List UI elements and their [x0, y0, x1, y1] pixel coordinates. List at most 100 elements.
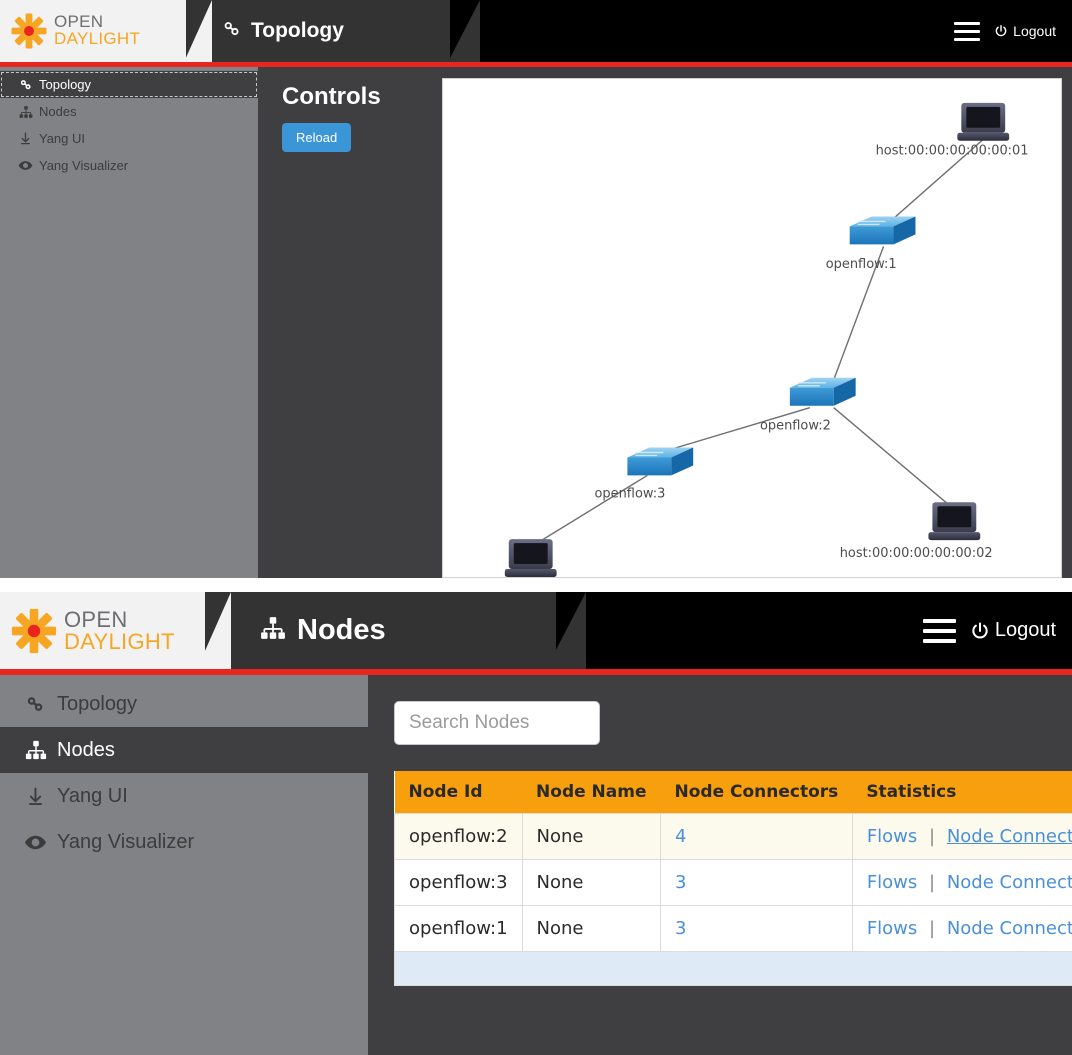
nodes-header-bar: OPEN DAYLIGHT Nodes Logout: [0, 592, 1072, 669]
eye-icon: [17, 158, 34, 173]
opendaylight-sunburst-icon: [10, 12, 48, 50]
topology-links: [538, 136, 987, 543]
sidebar-topology-screen: Topology Nodes Yang UI Yang Visualizer: [0, 67, 258, 578]
topology-node-label: openflow:1: [826, 257, 897, 272]
nodes-body: Topology Nodes Yang UI Yang Visualizer S…: [0, 675, 1072, 1055]
cell-node-connectors: 3: [660, 905, 853, 952]
topology-canvas[interactable]: host:00:00:00:00:00:01 openflow:1 openfl…: [442, 78, 1062, 578]
brand-word-daylight: DAYLIGHT: [54, 29, 141, 48]
cell-node-name: None: [521, 859, 662, 906]
nodes-table-head: Node Id Node Name Node Connectors Statis…: [394, 771, 1072, 814]
topology-node-openflow-3: [626, 446, 694, 477]
node-connectors-link[interactable]: Node Connectors: [947, 872, 1072, 893]
opendaylight-sunburst-icon: [10, 607, 58, 655]
table-header-row: Node Id Node Name Node Connectors Statis…: [394, 771, 1072, 814]
column-header-node-connectors[interactable]: Node Connectors: [660, 771, 853, 814]
node-connectors-count-link[interactable]: 4: [675, 826, 686, 847]
sidebar-nodes-screen: Topology Nodes Yang UI Yang Visualizer: [0, 675, 368, 1055]
link-separator: |: [929, 872, 936, 893]
logout-button[interactable]: Logout: [970, 619, 1056, 642]
column-header-node-name[interactable]: Node Name: [522, 771, 661, 814]
search-input[interactable]: [394, 701, 600, 745]
sidebar-label: Topology: [39, 77, 92, 92]
page-title-slab: Nodes: [176, 592, 586, 669]
header-actions: Logout: [954, 0, 1072, 62]
sidebar-label: Nodes: [57, 738, 115, 761]
nodes-icon: [17, 105, 34, 119]
cell-node-id: openflow:1: [394, 905, 523, 952]
cell-statistics: Flows | Node Connectors: [851, 813, 1072, 860]
logout-label: Logout: [994, 619, 1056, 641]
sidebar-item-nodes[interactable]: Nodes: [0, 98, 258, 125]
sidebar-label: Yang Visualizer: [39, 158, 129, 173]
nodes-icon: [258, 615, 288, 646]
reload-button[interactable]: Reload: [282, 123, 352, 152]
flows-link[interactable]: Flows: [867, 918, 917, 939]
topology-node-openflow-2: [789, 377, 857, 407]
nodes-table-body: openflow:2 None 4 Flows | Node Connector…: [394, 813, 1072, 952]
sidebar-item-topology[interactable]: Topology: [0, 71, 258, 98]
link-separator: |: [929, 918, 936, 939]
table-footer-band: [394, 952, 1072, 986]
power-icon: [995, 25, 1007, 37]
brand-logo[interactable]: OPEN DAYLIGHT: [0, 0, 212, 62]
sidebar-item-yang-visualizer[interactable]: Yang Visualizer: [0, 152, 258, 179]
topology-node-host-2: [928, 502, 981, 541]
link-icon: [17, 78, 34, 92]
logout-label: Logout: [1013, 23, 1056, 39]
sidebar-item-yang-ui[interactable]: Yang UI: [0, 773, 368, 819]
sidebar-item-nodes[interactable]: Nodes: [0, 727, 368, 773]
download-arrow-icon: [17, 132, 34, 145]
cell-statistics: Flows | Node Connectors: [851, 905, 1072, 952]
topology-content: Controls Reload host:00:00:00:00:00:01 o…: [258, 67, 1072, 578]
controls-heading: Controls: [282, 83, 381, 110]
flows-link[interactable]: Flows: [867, 826, 917, 847]
table-row[interactable]: openflow:2 None 4 Flows | Node Connector…: [394, 813, 1072, 860]
nodes-icon: [22, 739, 49, 761]
node-connectors-count-link[interactable]: 3: [675, 872, 686, 893]
eye-icon: [22, 831, 49, 854]
hamburger-menu-icon[interactable]: [954, 19, 981, 43]
node-connectors-link[interactable]: Node Connectors: [947, 918, 1072, 939]
download-arrow-icon: [22, 787, 49, 806]
hamburger-menu-icon[interactable]: [922, 616, 956, 646]
column-header-statistics[interactable]: Statistics: [852, 771, 1072, 814]
header-actions: Logout: [922, 592, 1072, 669]
topology-nodes: host:00:00:00:00:00:01 openflow:1 openfl…: [504, 102, 1029, 577]
link-icon: [22, 694, 49, 715]
controls-panel: Controls Reload: [282, 83, 381, 152]
table-row[interactable]: openflow:3 None 3 Flows | Node Connector…: [394, 859, 1072, 906]
sidebar-item-yang-visualizer[interactable]: Yang Visualizer: [0, 819, 368, 865]
nodes-screenshot: OPEN DAYLIGHT Nodes Logout Topology Node…: [0, 592, 1072, 1055]
node-connectors-link[interactable]: Node Connectors: [947, 826, 1072, 847]
topology-node-host-3: [504, 539, 557, 577]
table-row[interactable]: openflow:1 None 3 Flows | Node Connector…: [394, 905, 1072, 952]
topology-header-bar: OPEN DAYLIGHT Topology Logout: [0, 0, 1072, 62]
topology-node-label: openflow:2: [760, 419, 831, 434]
topology-body: Topology Nodes Yang UI Yang Visualizer C…: [0, 67, 1072, 578]
topology-icon: [222, 19, 242, 44]
cell-node-name: None: [521, 813, 662, 860]
sidebar-item-yang-ui[interactable]: Yang UI: [0, 125, 258, 152]
link-separator: |: [929, 826, 936, 847]
flows-link[interactable]: Flows: [867, 872, 917, 893]
page-title: Topology: [251, 19, 344, 42]
cell-node-connectors: 4: [660, 813, 853, 860]
topology-node-label: host:00:00:00:00:00:01: [876, 144, 1029, 159]
page-title: Nodes: [297, 614, 386, 646]
sidebar-label: Topology: [57, 692, 138, 715]
topology-node-openflow-1: [848, 215, 917, 246]
topology-node-label: openflow:3: [595, 486, 666, 501]
nodes-table: Node Id Node Name Node Connectors Statis…: [394, 771, 1072, 952]
nodes-pane: Node Id Node Name Node Connectors Statis…: [368, 675, 1072, 986]
brand-logo[interactable]: OPEN DAYLIGHT: [0, 592, 231, 669]
nodes-content: Node Id Node Name Node Connectors Statis…: [368, 675, 1072, 1055]
cell-node-connectors: 3: [660, 859, 853, 906]
sidebar-label: Yang UI: [57, 784, 128, 807]
logout-button[interactable]: Logout: [994, 23, 1056, 39]
screenshot-separator: [0, 578, 1072, 592]
sidebar-item-topology[interactable]: Topology: [0, 681, 368, 727]
cell-node-name: None: [521, 905, 662, 952]
node-connectors-count-link[interactable]: 3: [675, 918, 686, 939]
column-header-node-id[interactable]: Node Id: [394, 771, 523, 814]
